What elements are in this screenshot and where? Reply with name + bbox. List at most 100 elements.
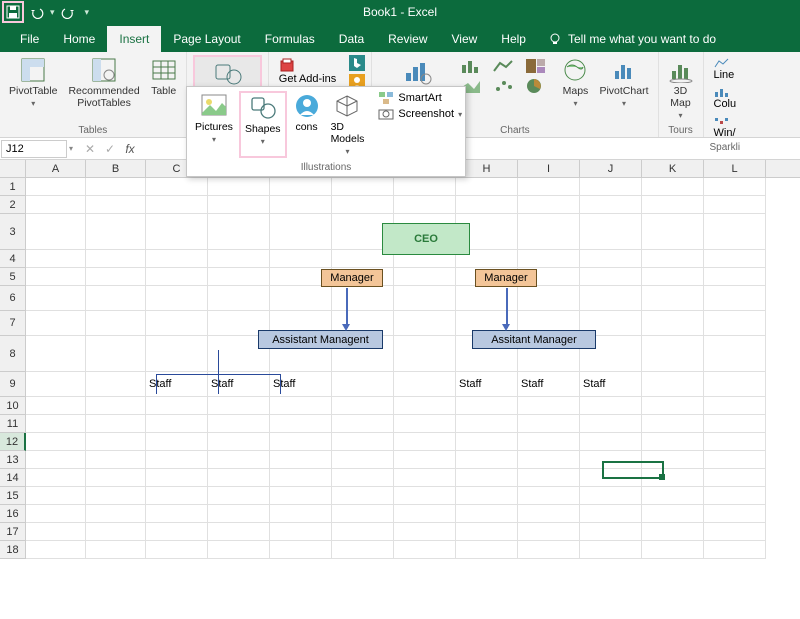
cell-C18[interactable] bbox=[146, 541, 208, 559]
cell-J9[interactable]: Staff bbox=[580, 372, 642, 397]
cell-D4[interactable] bbox=[208, 250, 270, 268]
cell-J14[interactable] bbox=[580, 469, 642, 487]
shape-assistant-manager-2[interactable]: Assitant Manager bbox=[472, 330, 596, 349]
cell-K1[interactable] bbox=[642, 178, 704, 196]
cell-J3[interactable] bbox=[580, 214, 642, 250]
cell-B12[interactable] bbox=[86, 433, 146, 451]
col-head-j[interactable]: J bbox=[580, 160, 642, 177]
cell-K8[interactable] bbox=[642, 336, 704, 372]
cell-C1[interactable] bbox=[146, 178, 208, 196]
cell-J6[interactable] bbox=[580, 286, 642, 311]
tab-view[interactable]: View bbox=[440, 26, 490, 52]
cell-H16[interactable] bbox=[456, 505, 518, 523]
col-head-k[interactable]: K bbox=[642, 160, 704, 177]
cell-A17[interactable] bbox=[26, 523, 86, 541]
row-head-4[interactable]: 4 bbox=[0, 250, 26, 268]
cell-C14[interactable] bbox=[146, 469, 208, 487]
cell-J18[interactable] bbox=[580, 541, 642, 559]
cell-F15[interactable] bbox=[332, 487, 394, 505]
name-box-dropdown[interactable]: ▾ bbox=[67, 144, 75, 153]
cell-H17[interactable] bbox=[456, 523, 518, 541]
cell-C5[interactable] bbox=[146, 268, 208, 286]
cell-C17[interactable] bbox=[146, 523, 208, 541]
cell-L16[interactable] bbox=[704, 505, 766, 523]
screenshot-button[interactable]: Screenshot▾ bbox=[378, 107, 462, 121]
pivottable-button[interactable]: PivotTable ▾ bbox=[6, 55, 60, 110]
qat-undo-button[interactable] bbox=[26, 1, 48, 23]
cell-G15[interactable] bbox=[394, 487, 456, 505]
cell-J15[interactable] bbox=[580, 487, 642, 505]
3d-models-button[interactable]: 3D Models▾ bbox=[327, 91, 369, 158]
row-head-12[interactable]: 12 bbox=[0, 433, 26, 451]
cell-E10[interactable] bbox=[270, 397, 332, 415]
cell-I12[interactable] bbox=[518, 433, 580, 451]
cell-B2[interactable] bbox=[86, 196, 146, 214]
cell-L4[interactable] bbox=[704, 250, 766, 268]
recommended-pivottables-button[interactable]: Recommended PivotTables bbox=[65, 55, 142, 111]
cell-J4[interactable] bbox=[580, 250, 642, 268]
row-head-3[interactable]: 3 bbox=[0, 214, 26, 250]
cell-D12[interactable] bbox=[208, 433, 270, 451]
cell-I17[interactable] bbox=[518, 523, 580, 541]
cell-G11[interactable] bbox=[394, 415, 456, 433]
shapes-button[interactable]: Shapes▾ bbox=[239, 91, 287, 158]
tab-home[interactable]: Home bbox=[51, 26, 107, 52]
cell-H13[interactable] bbox=[456, 451, 518, 469]
cell-L5[interactable] bbox=[704, 268, 766, 286]
col-head-l[interactable]: L bbox=[704, 160, 766, 177]
cell-A7[interactable] bbox=[26, 311, 86, 336]
cell-E1[interactable] bbox=[270, 178, 332, 196]
cell-B3[interactable] bbox=[86, 214, 146, 250]
row-head-13[interactable]: 13 bbox=[0, 451, 26, 469]
cell-L13[interactable] bbox=[704, 451, 766, 469]
cell-J17[interactable] bbox=[580, 523, 642, 541]
cell-F10[interactable] bbox=[332, 397, 394, 415]
scatter-chart-button[interactable] bbox=[492, 77, 522, 95]
cell-D14[interactable] bbox=[208, 469, 270, 487]
qat-customize-dropdown[interactable]: ▾ bbox=[85, 7, 90, 18]
row-head-16[interactable]: 16 bbox=[0, 505, 26, 523]
cell-B9[interactable] bbox=[86, 372, 146, 397]
col-head-b[interactable]: B bbox=[86, 160, 146, 177]
cell-D2[interactable] bbox=[208, 196, 270, 214]
cell-A6[interactable] bbox=[26, 286, 86, 311]
row-head-1[interactable]: 1 bbox=[0, 178, 26, 196]
row-head-18[interactable]: 18 bbox=[0, 541, 26, 559]
cell-B10[interactable] bbox=[86, 397, 146, 415]
pivotchart-button[interactable]: PivotChart ▾ bbox=[596, 55, 651, 110]
qat-undo-dropdown[interactable]: ▾ bbox=[50, 7, 55, 18]
cell-D15[interactable] bbox=[208, 487, 270, 505]
qat-save-button[interactable] bbox=[2, 1, 24, 23]
cell-L10[interactable] bbox=[704, 397, 766, 415]
cell-D10[interactable] bbox=[208, 397, 270, 415]
cell-G1[interactable] bbox=[394, 178, 456, 196]
column-chart-button[interactable] bbox=[460, 57, 490, 75]
cell-I3[interactable] bbox=[518, 214, 580, 250]
tab-data[interactable]: Data bbox=[327, 26, 376, 52]
cell-K10[interactable] bbox=[642, 397, 704, 415]
row-head-15[interactable]: 15 bbox=[0, 487, 26, 505]
cell-D16[interactable] bbox=[208, 505, 270, 523]
cell-G2[interactable] bbox=[394, 196, 456, 214]
cell-I6[interactable] bbox=[518, 286, 580, 311]
cell-F13[interactable] bbox=[332, 451, 394, 469]
tab-file[interactable]: File bbox=[8, 26, 51, 52]
cell-B8[interactable] bbox=[86, 336, 146, 372]
cell-B13[interactable] bbox=[86, 451, 146, 469]
row-head-11[interactable]: 11 bbox=[0, 415, 26, 433]
tell-me-search[interactable]: Tell me what you want to do bbox=[538, 26, 726, 52]
cell-J16[interactable] bbox=[580, 505, 642, 523]
cell-I15[interactable] bbox=[518, 487, 580, 505]
shape-manager-2[interactable]: Manager bbox=[475, 269, 537, 287]
get-addins-button[interactable]: Get Add-ins bbox=[275, 55, 345, 87]
maps-button[interactable]: Maps ▾ bbox=[559, 55, 591, 110]
cell-B15[interactable] bbox=[86, 487, 146, 505]
cell-E11[interactable] bbox=[270, 415, 332, 433]
sparkline-line-button[interactable]: Line bbox=[710, 55, 741, 83]
col-head-a[interactable]: A bbox=[26, 160, 86, 177]
cell-A18[interactable] bbox=[26, 541, 86, 559]
cell-K2[interactable] bbox=[642, 196, 704, 214]
cell-B7[interactable] bbox=[86, 311, 146, 336]
cell-B1[interactable] bbox=[86, 178, 146, 196]
cell-F17[interactable] bbox=[332, 523, 394, 541]
